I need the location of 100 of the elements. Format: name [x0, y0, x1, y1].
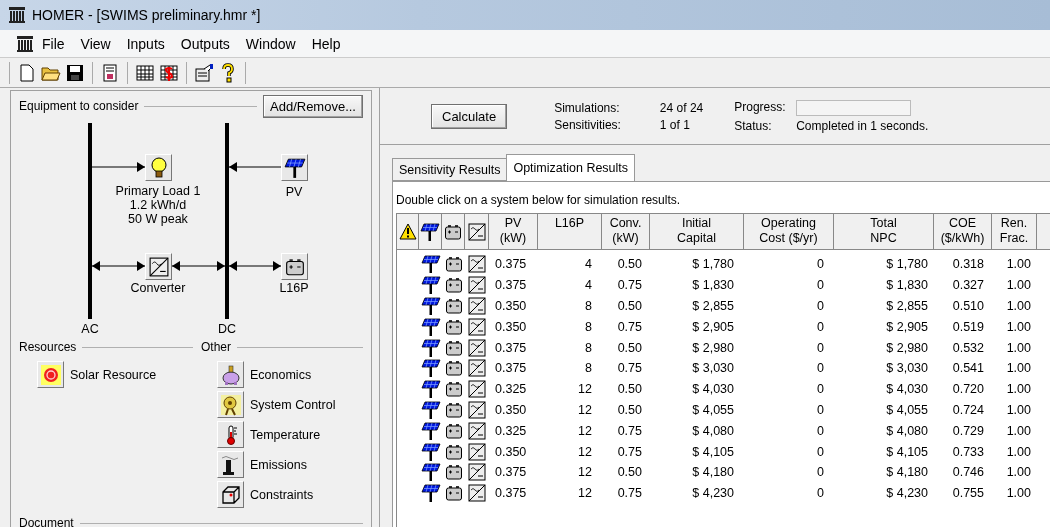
component-button[interactable] — [145, 154, 172, 181]
table-cell-text: 0 — [816, 423, 825, 438]
table-cell-text: 0.375 — [494, 361, 528, 376]
stat-label: Progress: — [734, 99, 787, 116]
settings-button[interactable] — [217, 391, 244, 418]
add-remove-button[interactable]: Add/Remove... — [263, 94, 363, 118]
solar-panel-icon — [420, 483, 441, 504]
settings-label: Temperature — [250, 427, 321, 442]
save-icon[interactable] — [65, 62, 85, 83]
table-cell-text: 0 — [816, 319, 825, 334]
solar-panel-icon — [420, 399, 441, 420]
table-cell-text: 0.75 — [616, 444, 643, 459]
table-cell-text: 0.75 — [616, 486, 643, 501]
window-title: HOMER - [SWIMS preliminary.hmr *] — [32, 7, 261, 23]
grid-icon[interactable] — [135, 62, 155, 83]
table-cell-text: 0.75 — [616, 423, 643, 438]
dollar-grid-icon[interactable] — [159, 62, 179, 83]
menu-item[interactable]: File — [34, 35, 73, 52]
table-cell-text: 12 — [577, 382, 593, 397]
table-cell-text: 0.724 — [951, 402, 985, 417]
tab[interactable]: Optimization Results — [506, 154, 636, 181]
cube-icon — [219, 483, 242, 506]
column-icon — [8, 6, 26, 24]
battery-icon — [444, 276, 463, 295]
properties-icon[interactable] — [194, 62, 214, 83]
table-cell-text: 0.325 — [494, 423, 528, 438]
menu-item[interactable]: Outputs — [172, 35, 238, 52]
table-cell-text: 0 — [816, 340, 825, 355]
table-cell-text: 0.375 — [494, 486, 528, 501]
settings-button[interactable] — [217, 361, 244, 388]
solar-panel-icon — [420, 420, 441, 441]
solar-panel-icon — [420, 337, 441, 358]
component-button[interactable] — [281, 253, 308, 280]
light-bulb-icon — [148, 156, 169, 179]
table-cell-text: $ 4,105 — [691, 444, 735, 459]
settings-button[interactable] — [217, 451, 244, 478]
table-cell-text: 0.75 — [616, 278, 643, 293]
table-header[interactable]: COE ($/kWh) — [934, 214, 992, 249]
converter-icon — [468, 442, 486, 461]
table-header[interactable]: Initial Capital — [650, 214, 744, 249]
battery-icon — [444, 421, 463, 440]
solar-panel-icon — [420, 275, 441, 296]
converter-icon — [468, 400, 486, 419]
table-header[interactable] — [465, 214, 489, 249]
table-cell-text: $ 4,055 — [691, 402, 735, 417]
table-cell-text: 0 — [816, 382, 825, 397]
table-cell-text: 1.00 — [1005, 382, 1032, 397]
table-cell-text: 0.350 — [494, 444, 528, 459]
converter-icon — [468, 359, 486, 378]
table-header[interactable]: Ren. Frac. — [992, 214, 1037, 249]
table-header[interactable] — [442, 214, 465, 249]
table-cell-text: $ 2,855 — [885, 299, 929, 313]
stat-label: Sensitivities: — [554, 117, 622, 132]
table-cell-text: 0.375 — [494, 257, 528, 272]
table-cell-text: 0.350 — [494, 319, 528, 334]
table-cell-text: 0.325 — [494, 382, 528, 397]
component-button[interactable] — [145, 253, 172, 280]
table-cell-text: $ 4,180 — [885, 465, 929, 480]
component-button[interactable] — [281, 154, 308, 181]
report-icon[interactable] — [100, 62, 120, 83]
menu-item[interactable]: View — [72, 35, 119, 52]
table-header[interactable]: Operating Cost ($/yr) — [744, 214, 834, 249]
converter-icon — [468, 297, 486, 315]
tab[interactable]: Sensitivity Results — [392, 158, 508, 181]
bus-label: DC — [217, 322, 237, 336]
component-label: PV — [285, 185, 303, 199]
converter-icon — [468, 338, 486, 357]
solar-panel-icon — [420, 358, 441, 379]
new-file-icon[interactable] — [17, 62, 37, 83]
table-cell-text: 0.375 — [494, 465, 528, 480]
battery-icon — [444, 222, 462, 241]
table-header[interactable]: PV (kW) — [489, 214, 538, 249]
stat-label: Status: — [734, 118, 773, 133]
settings-button[interactable] — [217, 421, 244, 448]
table-header[interactable] — [419, 214, 442, 249]
table-header[interactable]: L16P — [538, 214, 602, 249]
menu-item[interactable]: Window — [237, 35, 304, 52]
column-icon[interactable] — [16, 34, 34, 53]
warning-icon — [398, 223, 417, 240]
table-cell-text: 0.75 — [616, 361, 643, 376]
table-header[interactable]: Conv. (kW) — [602, 214, 650, 249]
menu-item[interactable]: Help — [303, 35, 349, 52]
table-cell-text: 0.746 — [951, 465, 985, 480]
table-cell-text: 8 — [584, 340, 593, 355]
table-header[interactable]: Total NPC — [834, 214, 934, 249]
converter-icon — [468, 255, 486, 274]
group-title: Other — [201, 340, 231, 354]
table-cell-text: 0.532 — [951, 340, 985, 355]
calculate-button[interactable]: Calculate — [431, 103, 508, 129]
table-cell-text: 0.350 — [494, 402, 528, 417]
table-header[interactable] — [397, 214, 419, 249]
settings-label: Constraints — [250, 487, 314, 502]
settings-button[interactable] — [217, 481, 244, 508]
table-cell-text: 1.00 — [1005, 278, 1032, 293]
menu-item[interactable]: Inputs — [118, 35, 173, 52]
connector-arrow — [171, 261, 226, 271]
gear-bulb-icon — [219, 393, 242, 416]
table-cell-text: 0.318 — [951, 257, 985, 272]
resource-button[interactable] — [37, 361, 64, 388]
group-title: Resources — [19, 340, 77, 354]
